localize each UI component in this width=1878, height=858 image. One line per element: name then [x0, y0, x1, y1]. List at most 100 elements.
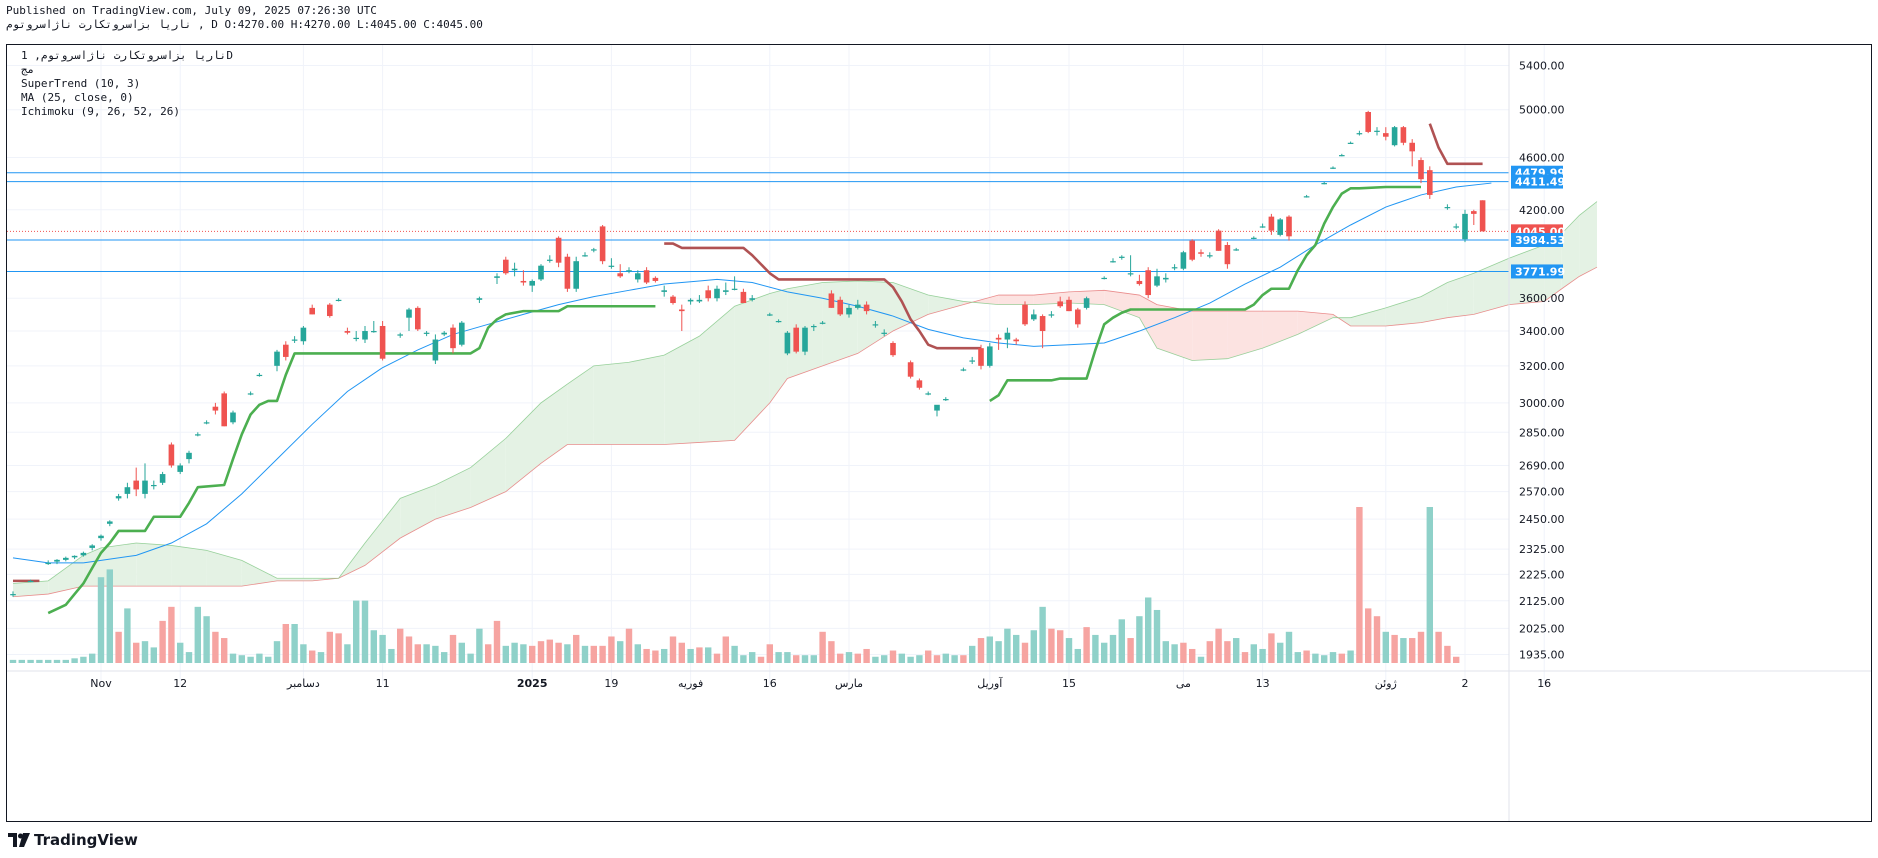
volume-bar — [1215, 628, 1222, 663]
volume-bar — [185, 652, 193, 663]
volume-bar — [124, 608, 131, 663]
candle-body — [881, 332, 887, 334]
volume-bar — [1329, 652, 1337, 663]
candle-body — [819, 322, 826, 324]
legend-supertrend[interactable]: SuperTrend (10, 3) — [21, 77, 140, 90]
volume-bar — [634, 644, 641, 663]
volume-bar — [265, 656, 272, 663]
volume-bar — [757, 656, 765, 663]
price-tick-label: 3000.00 — [1519, 397, 1565, 410]
candle-body — [890, 342, 896, 356]
volume-bar — [106, 569, 113, 663]
candle-body — [573, 261, 579, 289]
volume-bar — [1233, 638, 1240, 663]
ichimoku-cloud-segment — [822, 280, 858, 366]
price-tick-label: 3200.00 — [1519, 360, 1565, 373]
volume-bar — [1417, 631, 1425, 663]
volume-bar — [1180, 642, 1187, 663]
volume-bar — [1373, 616, 1381, 663]
candle-body — [406, 309, 412, 318]
volume-bar — [1083, 627, 1090, 663]
candle-body — [687, 299, 694, 302]
ichimoku-cloud-segment — [1262, 311, 1298, 349]
candle-body — [256, 374, 263, 377]
candle-body — [27, 580, 34, 583]
candle-body — [555, 237, 562, 263]
volume-bar — [529, 645, 536, 663]
candle-body — [934, 404, 940, 411]
candle-body — [379, 325, 386, 359]
candle-body — [661, 290, 667, 292]
volume-bar — [291, 624, 298, 663]
tradingview-logo[interactable]: TradingView — [8, 830, 138, 850]
volume-bar — [1356, 507, 1363, 663]
candle-body — [679, 309, 685, 312]
candle-body — [599, 226, 606, 262]
candle-body — [1083, 298, 1090, 308]
time-tick-label: 2025 — [517, 677, 548, 690]
volume-bar — [916, 655, 923, 663]
candle-body — [415, 307, 421, 330]
candle-body — [1022, 304, 1028, 325]
volume-bar — [564, 644, 571, 663]
volume-bar — [441, 652, 448, 663]
candle-body — [1418, 160, 1424, 180]
time-tick-label: 19 — [604, 677, 618, 690]
candle-body — [1471, 211, 1477, 214]
legend-symbol[interactable]: ناریا بزاسروتکارت ناژاسروتوم, 1D — [21, 49, 233, 62]
candle-body — [1110, 261, 1116, 263]
candle-body — [1048, 314, 1055, 316]
candle-body — [837, 299, 843, 315]
volume-bar — [801, 655, 809, 663]
candle-body — [978, 348, 984, 366]
volume-bar — [696, 647, 703, 663]
price-label-text: 4411.49 — [1515, 176, 1565, 189]
chart-canvas[interactable]: 5400.00 5000.00 4600.00 4200.00 3600.00 3400.… — [7, 45, 1871, 821]
candle-body — [371, 331, 377, 333]
volume-bar — [159, 620, 166, 663]
volume-bar — [889, 650, 897, 663]
volume-bar — [80, 656, 87, 663]
volume-bar — [1021, 642, 1029, 663]
chart-frame[interactable]: 5400.00 5000.00 4600.00 4200.00 3600.00 3400.… — [6, 44, 1872, 822]
candle-body — [1365, 111, 1371, 132]
candle-body — [969, 360, 975, 362]
price-tick-label: 2450.00 — [1519, 513, 1565, 526]
volume-bar — [1409, 638, 1416, 663]
volume-bar — [449, 634, 457, 663]
ichimoku-cloud-segment — [567, 365, 594, 445]
volume-bar — [71, 658, 78, 663]
candle-body — [775, 320, 782, 323]
ichimoku-cloud-segment — [1421, 282, 1448, 323]
volume-bar — [476, 628, 483, 663]
volume-bar — [370, 630, 377, 663]
volume-bar — [1057, 630, 1064, 663]
legend-ma[interactable]: MA (25, close, 0) — [21, 91, 134, 104]
candle-body — [520, 280, 527, 283]
volume-bar — [1250, 644, 1257, 663]
candle-body — [749, 298, 755, 300]
price-tick-label: 4600.00 — [1519, 152, 1565, 165]
volume-bar — [784, 652, 791, 663]
candle-body — [1330, 167, 1336, 169]
candle-body — [247, 393, 254, 395]
candle-body — [1409, 142, 1415, 152]
chart-header: Published on TradingView.com, July 09, 2… — [6, 4, 1866, 40]
volume-bar — [1171, 644, 1178, 663]
volume-bar — [854, 653, 861, 663]
price-tick-label: 3400.00 — [1519, 325, 1565, 338]
candle-body — [925, 393, 931, 395]
candle-body — [274, 351, 280, 366]
published-line: Published on TradingView.com, July 09, 2… — [6, 4, 377, 17]
legend-ichimoku[interactable]: Ichimoku (9, 26, 52, 26) — [21, 105, 180, 118]
ichimoku-cloud-segment — [400, 484, 436, 539]
candle-body — [1171, 267, 1178, 269]
candle-body — [1207, 255, 1213, 257]
volume-bar — [1338, 653, 1345, 663]
volume-bar — [485, 644, 492, 663]
ichimoku-cloud-segment — [893, 282, 929, 332]
candle-body — [1101, 277, 1107, 280]
volume-bar — [643, 648, 650, 663]
volume-bar — [617, 641, 624, 663]
volume-bar — [819, 631, 826, 663]
